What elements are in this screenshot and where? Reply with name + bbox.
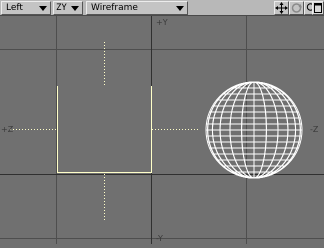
- view-dropdown[interactable]: Left: [1, 1, 51, 15]
- viewport-canvas[interactable]: +Y -Y +Z -Z: [0, 16, 324, 244]
- chevron-down-icon: [176, 6, 184, 11]
- axis-label-top: +Y: [156, 18, 168, 27]
- maximize-viewport-button[interactable]: [312, 1, 324, 15]
- chevron-down-icon: [39, 6, 47, 11]
- cube-center-dotted-lines: [10, 42, 198, 220]
- rotate-view-button[interactable]: [289, 1, 304, 15]
- axes-dropdown[interactable]: ZY: [53, 1, 83, 15]
- rotate-icon: [291, 3, 302, 13]
- chevron-down-icon: [71, 6, 79, 11]
- axes-dropdown-label: ZY: [56, 3, 67, 13]
- move-arrows-icon: [275, 2, 288, 14]
- maximize-viewport-icon: [314, 3, 322, 13]
- axis-label-bottom: -Y: [156, 234, 163, 243]
- left-viewport[interactable]: +Y -Y +Z -Z: [0, 16, 324, 244]
- sphere-wireframe[interactable]: [205, 81, 303, 179]
- viewport-toolbar: Left ZY Wireframe: [0, 0, 324, 16]
- display-mode-label: Wireframe: [91, 3, 138, 13]
- move-view-button[interactable]: [274, 1, 289, 15]
- axis-label-right: -Z: [310, 125, 319, 134]
- axis-label-left: +Z: [1, 125, 14, 134]
- cube-wireframe[interactable]: [57, 86, 152, 173]
- view-dropdown-label: Left: [6, 3, 23, 13]
- display-mode-dropdown[interactable]: Wireframe: [86, 1, 188, 15]
